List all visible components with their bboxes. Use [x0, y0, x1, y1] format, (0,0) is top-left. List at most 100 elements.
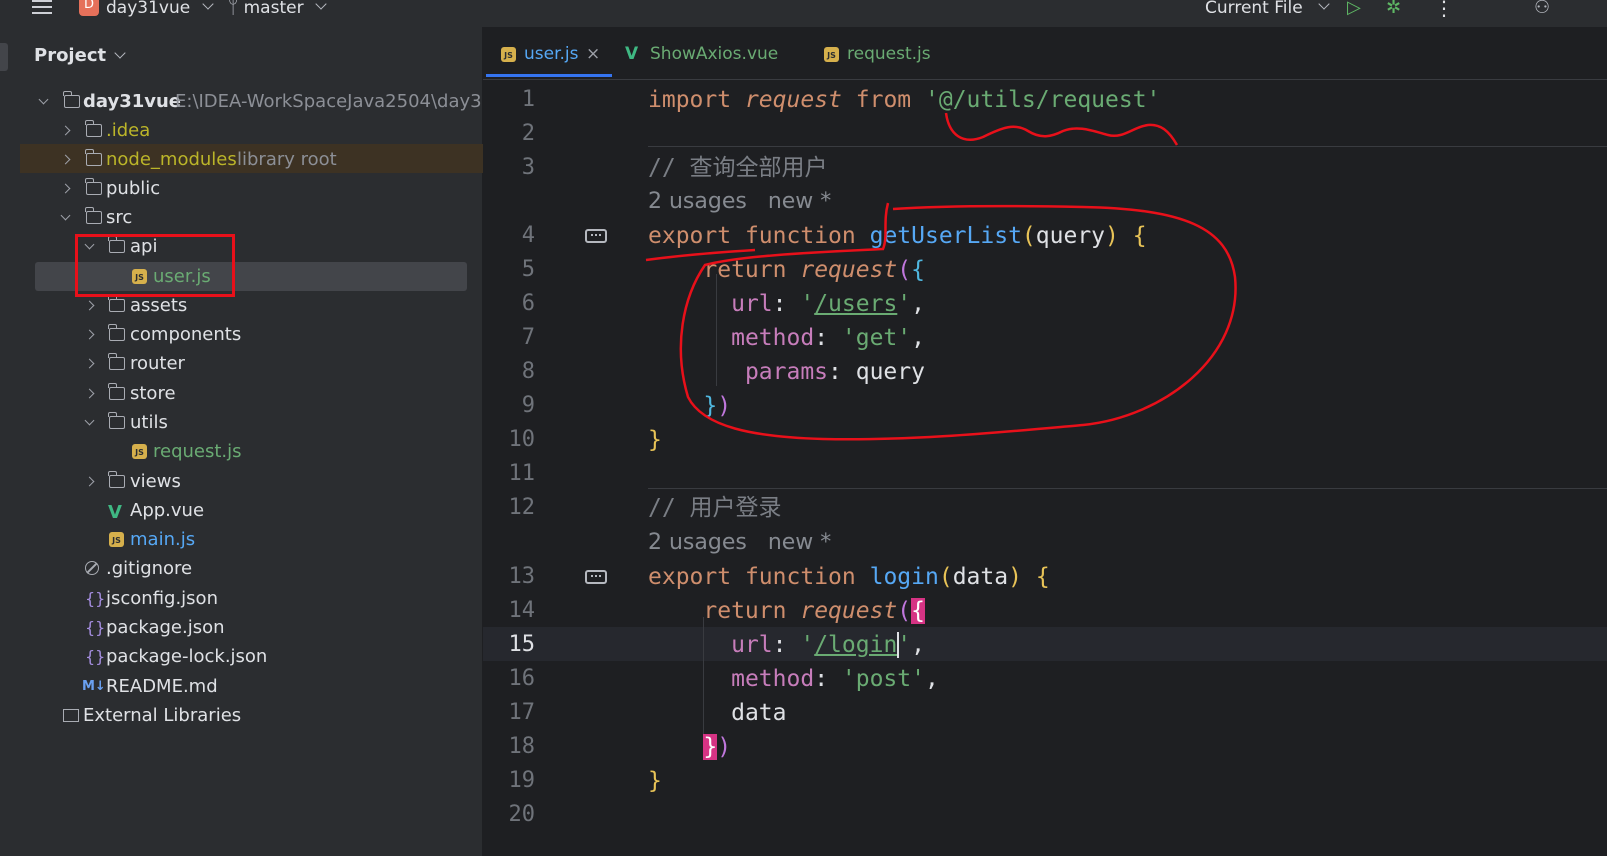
tree-item-public[interactable]: public [20, 174, 483, 203]
js-file-icon: JS [132, 444, 147, 459]
line-number: 7 [521, 325, 535, 350]
line-number: 10 [508, 427, 536, 452]
tree-item-store[interactable]: store [20, 379, 483, 408]
tree-item-label: External Libraries [83, 705, 242, 726]
code-line-19: } [648, 768, 662, 794]
tree-item-label: App.vue [130, 500, 205, 521]
tree-item-main-js[interactable]: JS main.js [20, 525, 483, 554]
chevron-down-icon [201, 0, 214, 10]
tree-item-readme[interactable]: M↓ README.md [20, 672, 483, 701]
tree-item-label: views [130, 471, 181, 492]
code-line-4: export function getUserList(query) { [648, 223, 1147, 249]
run-icon[interactable]: ▷ [1347, 0, 1361, 18]
tree-item-router[interactable]: router [20, 349, 483, 378]
tree-item-components[interactable]: components [20, 320, 483, 349]
line-number: 9 [521, 393, 535, 418]
line-number: 8 [521, 359, 535, 384]
tree-item-gitignore[interactable]: .gitignore [20, 554, 483, 583]
tab-label: ShowAxios.vue [650, 44, 779, 64]
debug-icon[interactable]: ✲ [1386, 0, 1401, 18]
line-number-gutter: 1 2 3 4 5 6 7 8 9 10 11 12 13 14 15 16 1… [483, 79, 645, 856]
code-line-15: url: '/login', [731, 632, 926, 658]
markdown-file-icon: M↓ [82, 679, 106, 694]
root-path: E:\IDEA-WorkSpaceJava2504\day31v [175, 91, 504, 112]
js-file-icon: JS [824, 47, 839, 62]
chevron-right-icon[interactable] [60, 125, 71, 136]
editor-area: JS user.js × V ShowAxios.vue JS request.… [483, 27, 1607, 856]
project-panel: Project day31vue E:\IDEA-WorkSpaceJava25… [20, 27, 504, 856]
export-gutter-icon[interactable] [585, 570, 607, 584]
chevron-right-icon[interactable] [60, 154, 71, 165]
tree-item-request-js[interactable]: JS request.js [20, 437, 483, 466]
chevron-down-icon[interactable] [60, 210, 71, 221]
add-user-icon[interactable]: ⚇ [1534, 0, 1550, 18]
tree-item-label: components [130, 324, 242, 345]
project-tool-icon[interactable] [0, 43, 8, 71]
run-config-selector[interactable]: Current File [1205, 0, 1330, 18]
code-editor[interactable]: import request from '@/utils/request' //… [648, 79, 1607, 856]
tree-item-external-libraries[interactable]: External Libraries [20, 701, 483, 730]
folder-icon [85, 120, 102, 137]
export-gutter-icon[interactable] [585, 229, 607, 243]
tree-item-label: .idea [106, 120, 151, 141]
tree-item-label: utils [130, 412, 168, 433]
code-line-16: method: 'post', [731, 666, 939, 692]
library-icon [63, 709, 79, 722]
tree-item-src[interactable]: src [20, 203, 483, 232]
js-file-icon: JS [109, 532, 124, 547]
more-actions-icon[interactable]: ⋮ [1434, 0, 1454, 18]
chevron-down-icon[interactable] [38, 94, 49, 105]
tree-item-label: jsconfig.json [106, 588, 218, 609]
branch-name: master [243, 0, 304, 18]
tree-item-node-modules[interactable]: node_modules library root [20, 145, 483, 174]
project-panel-title[interactable]: Project [34, 45, 127, 66]
library-root-note: library root [237, 149, 337, 170]
chevron-down-icon [1318, 0, 1330, 10]
text-caret [897, 632, 899, 658]
tab-label: user.js [524, 44, 579, 64]
usages-hint[interactable]: 2 usages new * [648, 185, 831, 219]
project-name: day31vue [106, 0, 191, 18]
code-line-10: } [648, 427, 662, 453]
tree-item-app-vue[interactable]: V App.vue [20, 496, 483, 525]
tree-item-views[interactable]: views [20, 467, 483, 496]
chevron-right-icon[interactable] [84, 388, 95, 399]
tree-item-package-json[interactable]: {} package.json [20, 613, 483, 642]
line-number: 15 [508, 632, 536, 657]
project-selector[interactable]: day31vue [106, 0, 214, 18]
json-file-icon: {} [85, 618, 106, 637]
line-number: 20 [508, 802, 536, 827]
tree-item-utils[interactable]: utils [20, 408, 483, 437]
chevron-right-icon[interactable] [84, 329, 95, 340]
tree-item-label: public [106, 178, 161, 199]
line-number: 6 [521, 291, 535, 316]
usages-hint[interactable]: 2 usages new * [648, 526, 831, 560]
line-number: 5 [521, 257, 535, 282]
tree-item-label: node_modules [106, 149, 237, 170]
close-icon[interactable]: × [586, 43, 600, 65]
project-badge[interactable]: D [79, 0, 99, 16]
run-config-label: Current File [1205, 0, 1303, 18]
chevron-right-icon[interactable] [84, 300, 95, 311]
folder-icon [63, 91, 80, 108]
code-line-12: // 用户登录 [648, 495, 782, 521]
chevron-right-icon[interactable] [60, 183, 71, 194]
annotation-highlight-box [75, 234, 235, 297]
code-line-9: }) [703, 393, 732, 419]
tree-item-package-lock-json[interactable]: {} package-lock.json [20, 642, 483, 671]
folder-icon [108, 383, 125, 400]
main-menu-icon[interactable] [32, 0, 52, 14]
chevron-right-icon[interactable] [84, 476, 95, 487]
chevron-down-icon[interactable] [84, 415, 95, 426]
code-line-7: method: 'get', [731, 325, 925, 351]
json-file-icon: {} [85, 647, 106, 666]
tree-item-label: .gitignore [106, 558, 193, 579]
chevron-right-icon[interactable] [84, 358, 95, 369]
tree-item-jsconfig-json[interactable]: {} jsconfig.json [20, 584, 483, 613]
tree-item-idea[interactable]: .idea [20, 116, 483, 145]
branch-selector[interactable]: ᛘ master [228, 0, 327, 18]
tree-item-label: main.js [130, 529, 196, 550]
chevron-down-icon [315, 0, 327, 10]
tree-item-root[interactable]: day31vue E:\IDEA-WorkSpaceJava2504\day31… [20, 87, 504, 116]
line-number: 2 [521, 121, 535, 146]
